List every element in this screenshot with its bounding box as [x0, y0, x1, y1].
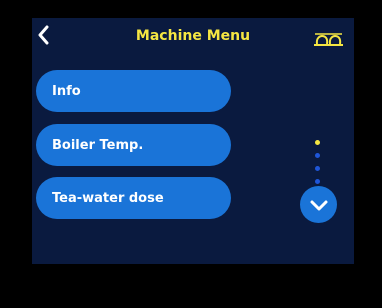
coffee-cups-icon: [314, 33, 343, 46]
page-dot: [315, 179, 320, 184]
menu-item-label: Tea-water dose: [52, 190, 164, 206]
coffee-cups-button[interactable]: [312, 30, 346, 48]
machine-menu-screen: Machine Menu Info Boiler Temp. Tea-water…: [32, 18, 354, 264]
page-indicator: [314, 140, 322, 192]
chevron-down-icon: [310, 200, 327, 210]
page-dot: [315, 140, 320, 145]
page-dot: [315, 153, 320, 158]
menu-item-label: Boiler Temp.: [52, 137, 144, 153]
menu-item-info[interactable]: Info: [36, 70, 231, 112]
menu-item-tea-water-dose[interactable]: Tea-water dose: [36, 177, 231, 219]
page-dot: [315, 166, 320, 171]
scroll-down-button[interactable]: [300, 186, 337, 223]
page-title: Machine Menu: [135, 28, 251, 44]
menu-item-label: Info: [52, 83, 81, 99]
menu-item-boiler-temp[interactable]: Boiler Temp.: [36, 124, 231, 166]
